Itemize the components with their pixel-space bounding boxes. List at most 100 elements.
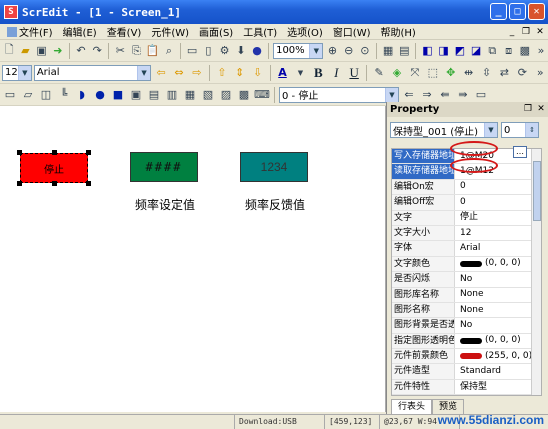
property-row[interactable]: 图形名称 None [392, 302, 541, 319]
state-spin[interactable]: 0 ⇕ [501, 122, 539, 138]
more-format-icon[interactable]: » [532, 65, 548, 81]
property-value[interactable]: 12 [455, 226, 541, 240]
zoom-select[interactable]: 100% ▼ [273, 42, 324, 59]
selection-handle[interactable] [17, 150, 22, 155]
maximize-button[interactable]: □ [509, 3, 526, 20]
forward-icon[interactable]: ◩ [453, 43, 467, 59]
meter-widget-icon[interactable]: ▧ [200, 87, 216, 103]
property-value[interactable]: Standard [455, 364, 541, 378]
center-icon[interactable]: ✥ [443, 65, 459, 81]
property-row[interactable]: 元件特性 保持型 [392, 379, 541, 396]
export-icon[interactable]: ➜ [51, 43, 65, 59]
property-value[interactable]: 0 [455, 195, 541, 209]
property-row[interactable]: 文字大小 12 [392, 225, 541, 242]
paste-icon[interactable]: 📋 [146, 43, 160, 59]
minimize-button[interactable]: _ [490, 3, 507, 20]
scroll-thumb[interactable] [533, 161, 541, 221]
font-name-select[interactable]: Arial ▼ [33, 64, 152, 81]
button-widget-icon[interactable]: ▭ [2, 87, 18, 103]
font-color-button[interactable]: A [275, 65, 291, 81]
lamp-widget-icon[interactable]: ◫ [38, 87, 54, 103]
underline-button[interactable]: U [346, 65, 362, 81]
property-row[interactable]: 图形库名称 None [392, 287, 541, 303]
grid2-icon[interactable]: ▤ [397, 43, 411, 59]
restore-icon[interactable]: ❐ [522, 103, 534, 115]
pen-icon[interactable]: ✎ [371, 65, 387, 81]
ellipsis-button[interactable]: … [513, 146, 527, 158]
screen-icon[interactable]: ▭ [185, 43, 199, 59]
property-row[interactable]: 字体 Arial [392, 241, 541, 257]
property-scrollbar[interactable] [531, 149, 541, 396]
align-bottom-icon[interactable]: ⇩ [250, 65, 266, 81]
menu-help[interactable]: 帮助(H) [376, 24, 421, 39]
close-icon[interactable]: ✕ [535, 103, 547, 115]
cut-icon[interactable]: ✂ [113, 43, 127, 59]
menu-widget[interactable]: 元件(W) [146, 24, 194, 39]
zoom-out-icon[interactable]: ⊖ [342, 43, 356, 59]
property-value[interactable]: Arial [455, 241, 541, 255]
next-state-icon[interactable]: ⇒ [419, 87, 435, 103]
tab-row-header[interactable]: 行表头 [391, 399, 433, 414]
property-row[interactable]: 编辑Off宏 0 [392, 195, 541, 211]
property-value[interactable]: No [455, 272, 541, 286]
grid-icon[interactable]: ▦ [381, 43, 395, 59]
resize-icon[interactable]: ⤧ [407, 65, 423, 81]
rect-widget-icon[interactable]: ■ [110, 87, 126, 103]
switch-widget-icon[interactable]: ▱ [20, 87, 36, 103]
property-value[interactable]: (255, 0, 0) [455, 349, 541, 363]
tab-preview[interactable]: 预览 [432, 399, 465, 414]
close-button[interactable]: ✕ [528, 3, 545, 20]
stop-button-widget[interactable]: 停止 [20, 153, 88, 183]
zoom-in-icon[interactable]: ⊕ [325, 43, 339, 59]
save-icon[interactable]: ▣ [34, 43, 48, 59]
object-select[interactable]: 保持型_001 (停止) ▼ [390, 122, 498, 138]
property-row[interactable]: 编辑On宏 0 [392, 179, 541, 196]
screen-canvas[interactable]: 停止 #### 频率设定值 1234 频率反馈值 [0, 106, 386, 412]
freq-set-numeric-display[interactable]: #### [130, 152, 198, 182]
distribute-icon[interactable]: ⇹ [461, 65, 477, 81]
property-value[interactable]: 0 [455, 180, 541, 194]
redo-icon[interactable]: ↷ [90, 43, 104, 59]
property-value[interactable]: None [455, 288, 541, 302]
selection-handle[interactable] [52, 181, 57, 186]
line-widget-icon[interactable]: ╚ [56, 87, 72, 103]
property-row[interactable]: 图形背景是否透 No [392, 318, 541, 334]
picture-widget-icon[interactable]: ▦ [182, 87, 198, 103]
copy-icon[interactable]: ⎘ [129, 43, 143, 59]
property-row[interactable]: 指定图形透明色 (0, 0, 0) [392, 333, 541, 350]
ungroup-icon[interactable]: ⧈ [501, 43, 515, 59]
backward-icon[interactable]: ◪ [469, 43, 483, 59]
menu-window[interactable]: 窗口(W) [328, 24, 376, 39]
new-icon[interactable]: 🗋 [2, 43, 16, 59]
menu-options[interactable]: 选项(O) [282, 24, 328, 39]
group-icon[interactable]: ⧉ [485, 43, 499, 59]
selection-handle[interactable] [52, 150, 57, 155]
download-icon[interactable]: ⬇ [234, 43, 248, 59]
property-value[interactable]: None [455, 303, 541, 317]
freq-feedback-numeric-display[interactable]: 1234 [240, 152, 308, 182]
selection-handle[interactable] [86, 150, 91, 155]
state-select[interactable]: 0 - 停止 ▼ [279, 86, 399, 103]
menu-view[interactable]: 查看(V) [102, 24, 147, 39]
menu-screen[interactable]: 画面(S) [194, 24, 238, 39]
undo-icon[interactable]: ↶ [74, 43, 88, 59]
text-widget-icon[interactable]: ▣ [128, 87, 144, 103]
italic-button[interactable]: I [328, 65, 344, 81]
property-row[interactable]: 文字 停止 [392, 210, 541, 226]
mdi-minimize-button[interactable]: _ [506, 26, 518, 38]
state-tool-icon[interactable]: ▭ [473, 87, 489, 103]
align-right-icon[interactable]: ⇨ [189, 65, 205, 81]
rotate-icon[interactable]: ⟳ [514, 65, 530, 81]
menu-edit[interactable]: 编辑(E) [58, 24, 102, 39]
menu-file[interactable]: 文件(F) [2, 24, 58, 39]
align-left-icon[interactable]: ⇦ [153, 65, 169, 81]
distribute-v-icon[interactable]: ⇳ [479, 65, 495, 81]
menu-tools[interactable]: 工具(T) [238, 24, 282, 39]
mdi-restore-button[interactable]: ❐ [520, 26, 532, 38]
property-value[interactable]: 停止 [455, 211, 541, 225]
property-value[interactable]: 保持型 [455, 380, 541, 394]
compile-icon[interactable]: ⚙ [217, 43, 231, 59]
property-value[interactable]: No [455, 318, 541, 332]
prev-state-icon[interactable]: ⇐ [401, 87, 417, 103]
send-back-icon[interactable]: ◨ [437, 43, 451, 59]
